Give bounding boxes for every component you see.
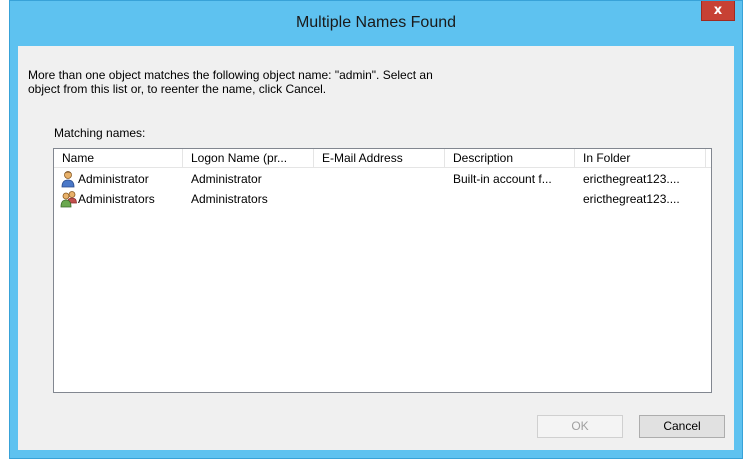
list-header: Name Logon Name (pr... E-Mail Address De… bbox=[54, 149, 711, 168]
column-header-description[interactable]: Description bbox=[445, 149, 575, 167]
dialog-client-area: More than one object matches the followi… bbox=[18, 46, 734, 450]
cell-name: Administrator bbox=[78, 172, 149, 186]
cell-in-folder: ericthegreat123.... bbox=[583, 172, 680, 186]
column-header-name[interactable]: Name bbox=[54, 149, 183, 167]
cell-logon-name: Administrators bbox=[191, 192, 268, 206]
multiple-names-found-dialog: Multiple Names Found x More than one obj… bbox=[9, 0, 743, 459]
column-header-logon-name[interactable]: Logon Name (pr... bbox=[183, 149, 314, 167]
cell-in-folder: ericthegreat123.... bbox=[583, 192, 680, 206]
cell-email bbox=[314, 169, 445, 189]
matching-names-label: Matching names: bbox=[54, 126, 146, 140]
close-button[interactable]: x bbox=[701, 1, 735, 21]
cancel-button[interactable]: Cancel bbox=[639, 415, 725, 438]
column-header-in-folder[interactable]: In Folder bbox=[575, 149, 706, 167]
title-bar[interactable]: Multiple Names Found x bbox=[10, 1, 742, 46]
dialog-title: Multiple Names Found bbox=[295, 14, 457, 31]
column-header-email[interactable]: E-Mail Address bbox=[314, 149, 445, 167]
cell-description bbox=[445, 189, 575, 209]
ok-button[interactable]: OK bbox=[537, 415, 623, 438]
cell-name: Administrators bbox=[78, 192, 155, 206]
cell-logon-name: Administrator bbox=[191, 172, 262, 186]
matching-names-list[interactable]: Name Logon Name (pr... E-Mail Address De… bbox=[53, 148, 712, 393]
cell-email bbox=[314, 189, 445, 209]
list-item[interactable]: Administrator Administrator Built-in acc… bbox=[54, 169, 711, 189]
cell-description: Built-in account f... bbox=[453, 172, 552, 186]
list-item[interactable]: Administrators Administrators ericthegre… bbox=[54, 189, 711, 209]
instruction-text: More than one object matches the followi… bbox=[28, 68, 433, 96]
